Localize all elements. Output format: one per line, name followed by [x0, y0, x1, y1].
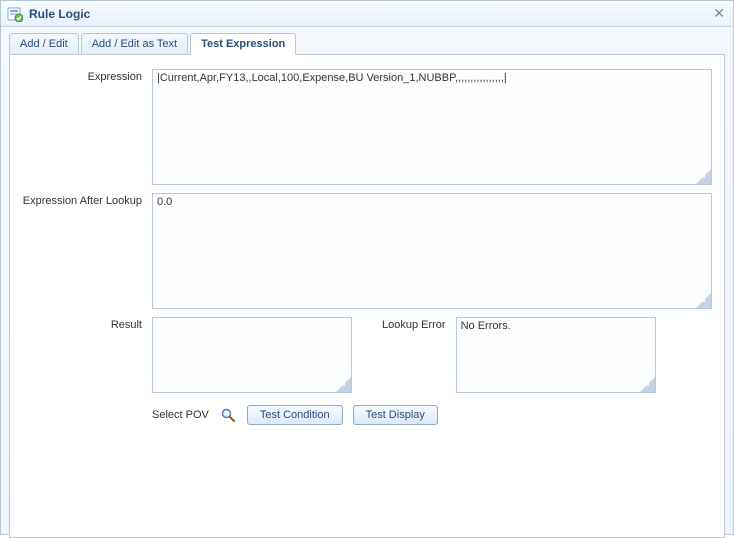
expression-after-lookup-input[interactable] — [152, 193, 712, 309]
test-expression-panel: Expression Expression After Lookup Resul… — [9, 54, 725, 538]
close-icon[interactable]: ✕ — [713, 5, 725, 22]
search-icon[interactable] — [219, 406, 237, 424]
expression-after-lookup-label: Expression After Lookup — [22, 193, 152, 207]
rule-logic-icon — [7, 6, 23, 22]
result-input[interactable] — [152, 317, 352, 393]
tab-test-expression[interactable]: Test Expression — [190, 33, 296, 55]
tab-add-edit-as-text[interactable]: Add / Edit as Text — [81, 33, 188, 55]
action-row: Select POV Test Condition Test Display — [152, 405, 712, 425]
lookup-error-label: Lookup Error — [382, 317, 456, 393]
test-condition-button[interactable]: Test Condition — [247, 405, 343, 425]
lookup-error-input[interactable] — [456, 317, 656, 393]
tabstrip: Add / Edit Add / Edit as Text Test Expre… — [1, 27, 733, 54]
rule-logic-dialog: Rule Logic ✕ Add / Edit Add / Edit as Te… — [0, 0, 734, 535]
tab-add-edit[interactable]: Add / Edit — [9, 33, 79, 55]
titlebar: Rule Logic ✕ — [1, 1, 733, 27]
result-label: Result — [22, 317, 152, 393]
window-title: Rule Logic — [29, 7, 90, 21]
expression-input[interactable] — [152, 69, 712, 185]
test-display-button[interactable]: Test Display — [353, 405, 438, 425]
select-pov-label: Select POV — [152, 409, 209, 421]
expression-label: Expression — [22, 69, 152, 83]
